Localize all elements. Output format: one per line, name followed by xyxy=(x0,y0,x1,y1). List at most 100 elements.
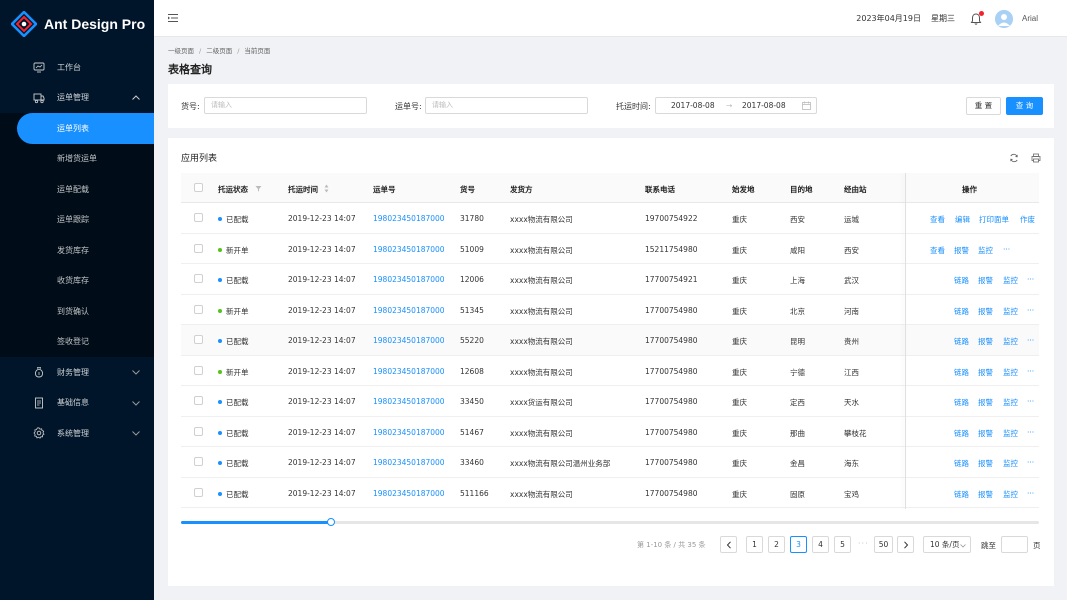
print-icon[interactable] xyxy=(1031,153,1041,163)
filter-icon[interactable] xyxy=(255,185,262,192)
page-button[interactable]: 5 xyxy=(834,536,851,553)
row-checkbox[interactable] xyxy=(194,304,203,314)
row-action-link[interactable]: 报警 xyxy=(978,397,993,408)
row-action-link[interactable]: 监控 xyxy=(1003,367,1018,378)
sidebar-item-3[interactable]: 基础信息 xyxy=(0,388,154,419)
row-checkbox[interactable] xyxy=(194,365,203,375)
row-action-link[interactable]: 监控 xyxy=(978,245,993,256)
table-row[interactable]: 已配载 2019-12-23 14:07 198023450187000 511… xyxy=(181,478,1039,508)
table-row[interactable]: 新开单 2019-12-23 14:07 198023450187000 510… xyxy=(181,234,1039,264)
pagination-ellipsis[interactable]: ··· xyxy=(858,539,869,548)
prev-page-button[interactable] xyxy=(720,536,737,553)
row-action-link[interactable]: 链路 xyxy=(954,458,969,469)
row-action-link[interactable]: 监控 xyxy=(1003,489,1018,500)
more-actions-button[interactable]: ··· xyxy=(1027,428,1034,437)
sidebar-item-2[interactable]: 财务管理 xyxy=(0,357,154,388)
row-checkbox[interactable] xyxy=(194,396,203,405)
sidebar-item-1[interactable]: 运单管理 xyxy=(0,83,154,114)
page-button[interactable]: 50 xyxy=(874,536,893,553)
row-action-link[interactable]: 报警 xyxy=(978,489,993,500)
waybill-link[interactable]: 198023450187000 xyxy=(373,367,445,376)
row-checkbox[interactable] xyxy=(194,243,203,253)
row-action-link[interactable]: 打印面单 xyxy=(979,214,1009,225)
breadcrumb-item[interactable]: 一级页面 xyxy=(168,47,194,55)
page-button[interactable]: 4 xyxy=(812,536,829,553)
sidebar-item-4[interactable]: 系统管理 xyxy=(0,418,154,449)
avatar[interactable] xyxy=(994,9,1013,28)
notification-bell-icon[interactable] xyxy=(969,10,984,26)
submenu-item-6[interactable]: 到货确认 xyxy=(0,296,154,327)
row-checkbox[interactable] xyxy=(194,487,203,497)
row-checkbox[interactable] xyxy=(194,426,203,436)
waybill-link[interactable]: 198023450187000 xyxy=(373,336,445,345)
row-action-link[interactable]: 监控 xyxy=(1003,336,1018,347)
row-action-link[interactable]: 查看 xyxy=(930,214,945,225)
table-row[interactable]: 已配载 2019-12-23 14:07 198023450187000 120… xyxy=(181,264,1039,295)
row-action-link[interactable]: 链路 xyxy=(954,275,969,286)
row-action-link[interactable]: 编辑 xyxy=(955,214,970,225)
submenu-item-1[interactable]: 新增货运单 xyxy=(0,144,154,175)
more-actions-button[interactable]: ··· xyxy=(1027,367,1034,376)
waybill-link[interactable]: 198023450187000 xyxy=(373,397,445,406)
table-row[interactable]: 已配载 2019-12-23 14:07 198023450187000 552… xyxy=(181,325,1039,356)
row-action-link[interactable]: 报警 xyxy=(978,367,993,378)
page-button-current[interactable]: 3 xyxy=(790,536,807,553)
row-action-link[interactable]: 链路 xyxy=(954,367,969,378)
page-button[interactable]: 2 xyxy=(768,536,785,553)
waybill-link[interactable]: 198023450187000 xyxy=(373,275,445,284)
date-end[interactable]: 2017-08-08 xyxy=(742,101,786,110)
row-action-link[interactable]: 链路 xyxy=(954,428,969,439)
row-action-link[interactable]: 监控 xyxy=(1003,428,1018,439)
reset-button[interactable]: 重 置 xyxy=(966,97,1001,115)
row-action-link[interactable]: 监控 xyxy=(1003,275,1018,286)
app-logo[interactable]: Ant Design Pro xyxy=(0,0,154,48)
row-action-link[interactable]: 报警 xyxy=(954,245,969,256)
row-action-link[interactable]: 报警 xyxy=(978,306,993,317)
sidebar-item-0[interactable]: 工作台 xyxy=(0,52,154,83)
submenu-item-3[interactable]: 运单跟踪 xyxy=(0,205,154,236)
more-actions-button[interactable]: ··· xyxy=(1027,458,1034,467)
page-button[interactable]: 1 xyxy=(746,536,763,553)
submenu-item-4[interactable]: 发货库存 xyxy=(0,235,154,266)
table-row[interactable]: 已配载 2019-12-23 14:07 198023450187000 514… xyxy=(181,417,1039,447)
row-action-link[interactable]: 报警 xyxy=(978,336,993,347)
scrollbar-handle[interactable] xyxy=(327,518,335,526)
table-row[interactable]: 已配载 2019-12-23 14:07 198023450187000 334… xyxy=(181,386,1039,417)
table-row[interactable]: 新开单 2019-12-23 14:07 198023450187000 513… xyxy=(181,295,1039,325)
row-action-link[interactable]: 链路 xyxy=(954,489,969,500)
header-username[interactable]: Arial xyxy=(1022,14,1038,23)
table-row[interactable]: 已配载 2019-12-23 14:07 198023450187000 317… xyxy=(181,203,1039,234)
table-row[interactable]: 新开单 2019-12-23 14:07 198023450187000 126… xyxy=(181,356,1039,386)
waybill-input[interactable]: 请输入 xyxy=(425,97,588,114)
cargo-input[interactable]: 请输入 xyxy=(204,97,367,114)
select-all-checkbox[interactable] xyxy=(194,183,203,192)
scrollbar-thumb[interactable] xyxy=(181,521,331,524)
more-actions-button[interactable]: ··· xyxy=(1027,275,1034,284)
reload-icon[interactable] xyxy=(1009,153,1019,163)
row-checkbox[interactable] xyxy=(194,457,203,466)
row-checkbox[interactable] xyxy=(194,274,203,283)
row-action-link[interactable]: 报警 xyxy=(978,428,993,439)
horizontal-scrollbar[interactable] xyxy=(181,518,1039,526)
waybill-link[interactable]: 198023450187000 xyxy=(373,428,445,437)
column-header[interactable]: 托运状态 xyxy=(218,184,248,195)
row-action-link[interactable]: 查看 xyxy=(930,245,945,256)
row-action-link[interactable]: 链路 xyxy=(954,336,969,347)
more-actions-button[interactable]: ··· xyxy=(1003,245,1010,254)
sort-icon[interactable] xyxy=(324,184,329,193)
row-action-link[interactable]: 报警 xyxy=(978,458,993,469)
submenu-item-2[interactable]: 运单配载 xyxy=(0,174,154,205)
row-action-link[interactable]: 监控 xyxy=(1003,458,1018,469)
table-row[interactable]: 已配载 2019-12-23 14:07 198023450187000 334… xyxy=(181,447,1039,478)
date-range-picker[interactable]: 2017-08-08 → 2017-08-08 xyxy=(655,97,817,114)
row-action-link[interactable]: 链路 xyxy=(954,397,969,408)
more-actions-button[interactable]: ··· xyxy=(1027,397,1034,406)
row-checkbox[interactable] xyxy=(194,335,203,344)
submenu-item-0[interactable]: 运单列表 xyxy=(17,113,154,144)
more-actions-button[interactable]: ··· xyxy=(1027,489,1034,498)
waybill-link[interactable]: 198023450187000 xyxy=(373,214,445,223)
jump-page-input[interactable] xyxy=(1001,536,1028,553)
waybill-link[interactable]: 198023450187000 xyxy=(373,245,445,254)
more-actions-button[interactable]: ··· xyxy=(1027,336,1034,345)
next-page-button[interactable] xyxy=(897,536,914,553)
